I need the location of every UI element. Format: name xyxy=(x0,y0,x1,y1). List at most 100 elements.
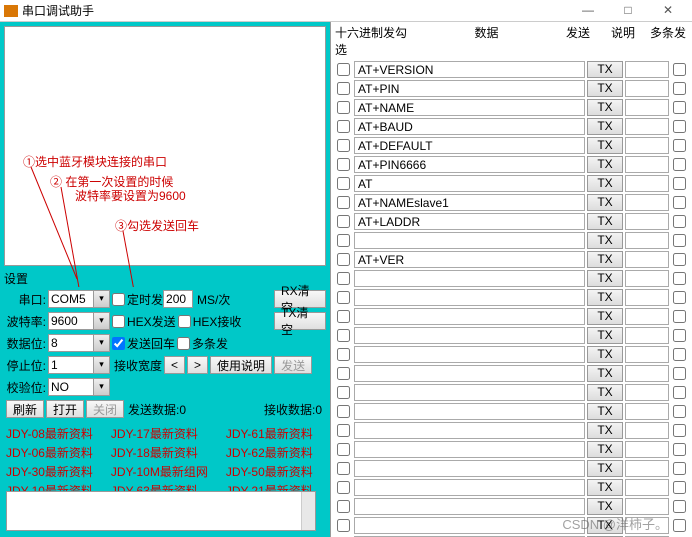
command-input[interactable]: AT+BAUD xyxy=(354,118,585,135)
note-input[interactable] xyxy=(625,498,669,515)
multi-checkbox[interactable] xyxy=(673,367,686,380)
tx-button[interactable]: TX xyxy=(587,175,623,192)
command-input[interactable] xyxy=(354,422,585,439)
resource-link[interactable]: JDY-10M最新组网 xyxy=(111,463,208,480)
multi-checkbox[interactable] xyxy=(673,462,686,475)
multi-checkbox[interactable] xyxy=(673,253,686,266)
tx-button[interactable]: TX xyxy=(587,460,623,477)
multi-checkbox[interactable] xyxy=(673,139,686,152)
hex-checkbox[interactable] xyxy=(337,82,350,95)
port-select[interactable]: COM5▾ xyxy=(48,290,110,308)
hex-checkbox[interactable] xyxy=(337,139,350,152)
resource-link[interactable]: JDY-18最新资料 xyxy=(111,444,208,461)
command-input[interactable]: AT+VER xyxy=(354,251,585,268)
send-textarea[interactable] xyxy=(6,491,316,531)
multi-checkbox[interactable] xyxy=(673,158,686,171)
tx-button[interactable]: TX xyxy=(587,194,623,211)
note-input[interactable] xyxy=(625,479,669,496)
hex-checkbox[interactable] xyxy=(337,481,350,494)
hex-checkbox[interactable] xyxy=(337,120,350,133)
note-input[interactable] xyxy=(625,289,669,306)
multi-checkbox[interactable] xyxy=(673,215,686,228)
multi-checkbox[interactable] xyxy=(673,443,686,456)
send-button[interactable]: 发送 xyxy=(274,356,312,374)
note-input[interactable] xyxy=(625,156,669,173)
tx-button[interactable]: TX xyxy=(587,118,623,135)
refresh-button[interactable]: 刷新 xyxy=(6,400,44,418)
width-dec-button[interactable]: < xyxy=(164,356,185,374)
note-input[interactable] xyxy=(625,384,669,401)
resource-link[interactable]: JDY-08最新资料 xyxy=(6,425,93,442)
command-input[interactable] xyxy=(354,441,585,458)
note-input[interactable] xyxy=(625,213,669,230)
maximize-button[interactable]: □ xyxy=(608,1,648,21)
command-input[interactable]: AT+NAME xyxy=(354,99,585,116)
tx-button[interactable]: TX xyxy=(587,327,623,344)
command-input[interactable] xyxy=(354,517,585,534)
hex-checkbox[interactable] xyxy=(337,443,350,456)
command-input[interactable]: AT+VERSION xyxy=(354,61,585,78)
hex-checkbox[interactable] xyxy=(337,367,350,380)
multi-checkbox[interactable] xyxy=(673,63,686,76)
command-input[interactable] xyxy=(354,232,585,249)
hex-checkbox[interactable] xyxy=(337,500,350,513)
command-input[interactable] xyxy=(354,289,585,306)
note-input[interactable] xyxy=(625,441,669,458)
resource-link[interactable]: JDY-30最新资料 xyxy=(6,463,93,480)
tx-button[interactable]: TX xyxy=(587,441,623,458)
hex-checkbox[interactable] xyxy=(337,63,350,76)
tx-button[interactable]: TX xyxy=(587,498,623,515)
tx-clear-button[interactable]: TX清空 xyxy=(274,312,326,330)
multi-checkbox[interactable] xyxy=(673,348,686,361)
minimize-button[interactable]: — xyxy=(568,1,608,21)
resource-link[interactable]: JDY-62最新资料 xyxy=(226,444,313,461)
note-input[interactable] xyxy=(625,80,669,97)
note-input[interactable] xyxy=(625,99,669,116)
tx-button[interactable]: TX xyxy=(587,384,623,401)
tx-button[interactable]: TX xyxy=(587,156,623,173)
hex-checkbox[interactable] xyxy=(337,386,350,399)
parity-select[interactable]: NO▾ xyxy=(48,378,110,396)
tx-button[interactable]: TX xyxy=(587,479,623,496)
command-input[interactable] xyxy=(354,479,585,496)
hex-checkbox[interactable] xyxy=(337,272,350,285)
open-button[interactable]: 打开 xyxy=(46,400,84,418)
hex-checkbox[interactable] xyxy=(337,310,350,323)
tx-button[interactable]: TX xyxy=(587,213,623,230)
tx-button[interactable]: TX xyxy=(587,346,623,363)
command-input[interactable]: AT+DEFAULT xyxy=(354,137,585,154)
tx-button[interactable]: TX xyxy=(587,365,623,382)
hex-checkbox[interactable] xyxy=(337,462,350,475)
hex-checkbox[interactable] xyxy=(337,291,350,304)
baud-select[interactable]: 9600▾ xyxy=(48,312,110,330)
command-input[interactable] xyxy=(354,384,585,401)
databits-select[interactable]: 8▾ xyxy=(48,334,110,352)
manual-button[interactable]: 使用说明 xyxy=(210,356,272,374)
hex-send-check[interactable]: HEX发送 xyxy=(112,313,176,330)
resource-link[interactable]: JDY-17最新资料 xyxy=(111,425,208,442)
hex-checkbox[interactable] xyxy=(337,101,350,114)
hex-checkbox[interactable] xyxy=(337,405,350,418)
tx-button[interactable]: TX xyxy=(587,80,623,97)
tx-button[interactable]: TX xyxy=(587,422,623,439)
send-cr-check[interactable]: 发送回车 xyxy=(112,335,175,352)
multi-send-check[interactable]: 多条发 xyxy=(177,335,228,352)
command-input[interactable]: AT+PIN xyxy=(354,80,585,97)
command-input[interactable] xyxy=(354,270,585,287)
note-input[interactable] xyxy=(625,194,669,211)
multi-checkbox[interactable] xyxy=(673,424,686,437)
scrollbar[interactable] xyxy=(301,492,315,530)
note-input[interactable] xyxy=(625,365,669,382)
tx-button[interactable]: TX xyxy=(587,403,623,420)
multi-checkbox[interactable] xyxy=(673,177,686,190)
resource-link[interactable]: JDY-61最新资料 xyxy=(226,425,313,442)
hex-checkbox[interactable] xyxy=(337,234,350,247)
note-input[interactable] xyxy=(625,232,669,249)
note-input[interactable] xyxy=(625,251,669,268)
tx-button[interactable]: TX xyxy=(587,99,623,116)
command-input[interactable] xyxy=(354,365,585,382)
hex-checkbox[interactable] xyxy=(337,253,350,266)
note-input[interactable] xyxy=(625,308,669,325)
close-button[interactable]: ✕ xyxy=(648,1,688,21)
hex-checkbox[interactable] xyxy=(337,329,350,342)
